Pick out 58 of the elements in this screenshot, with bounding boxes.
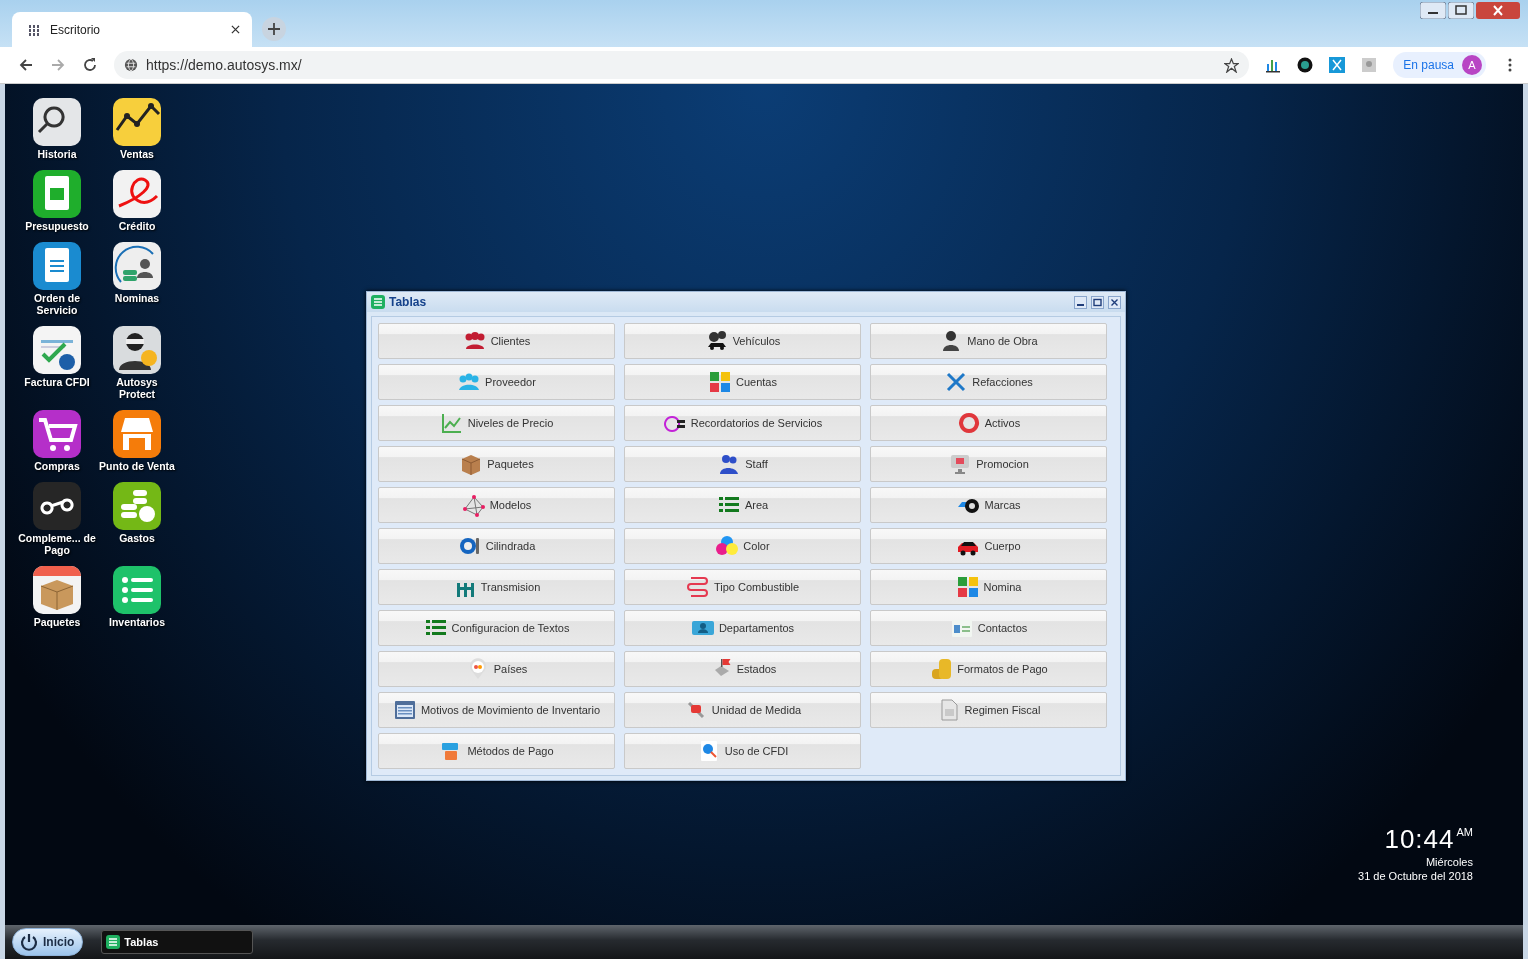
table-button[interactable]: Tipo Combustible [624,569,861,605]
desktop-shortcut[interactable]: Compras [17,410,97,472]
table-button[interactable]: Refacciones [870,364,1107,400]
desktop-shortcut[interactable]: Compleme... de Pago [17,482,97,556]
desktop-shortcut[interactable]: Gastos [97,482,177,556]
table-button[interactable]: Area [624,487,861,523]
desktop-shortcut[interactable]: Paquetes [17,566,97,628]
table-button[interactable]: Formatos de Pago [870,651,1107,687]
table-button[interactable]: Mano de Obra [870,323,1107,359]
table-button[interactable]: Promocion [870,446,1107,482]
table-button[interactable]: Staff [624,446,861,482]
browser-tab[interactable]: Escritorio [12,12,252,47]
desktop-shortcut[interactable]: Punto de Venta [97,410,177,472]
table-button[interactable]: Unidad de Medida [624,692,861,728]
table-button[interactable]: Activos [870,405,1107,441]
clock-time: 10:44 [1384,824,1455,855]
table-button[interactable]: Regimen Fiscal [870,692,1107,728]
desktop-shortcut[interactable]: Presupuesto [17,170,97,232]
table-button[interactable]: Departamentos [624,610,861,646]
table-button[interactable]: Niveles de Precio [378,405,615,441]
clock-meridiem: AM [1456,826,1473,838]
table-button[interactable]: Paquetes [378,446,615,482]
table-button[interactable]: Marcas [870,487,1107,523]
desktop-shortcut[interactable]: Historia [17,98,97,160]
desktop-shortcut[interactable]: Ventas [97,98,177,160]
desktop-shortcut[interactable]: Crédito [97,170,177,232]
table-button[interactable]: Vehículos [624,323,861,359]
start-button[interactable]: Inicio [12,928,84,956]
url-text: https://demo.autosys.mx/ [146,57,303,73]
table-button[interactable]: Color [624,528,861,564]
table-button[interactable]: Cuentas [624,364,861,400]
window-title: Tablas [389,295,427,309]
table-button[interactable]: Motivos de Movimiento de Inventario [378,692,615,728]
table-button[interactable]: Cilindrada [378,528,615,564]
table-button[interactable]: Recordatorios de Servicios [624,405,861,441]
tab-title: Escritorio [50,22,101,37]
desktop-shortcut[interactable]: Nominas [97,242,177,316]
table-button[interactable]: Países [378,651,615,687]
address-bar[interactable]: https://demo.autosys.mx/ [114,51,1250,79]
table-button[interactable]: Transmision [378,569,615,605]
table-button[interactable]: Uso de CFDI [624,733,861,769]
table-button[interactable]: Métodos de Pago [378,733,615,769]
table-button[interactable]: Estados [624,651,861,687]
clock-weekday: Miércoles [1425,855,1473,869]
clock-date: 31 de Octubre del 2018 [1358,869,1473,883]
taskbar-item[interactable]: Tablas [101,930,254,954]
table-button[interactable]: Proveedor [378,364,615,400]
table-button[interactable]: Configuracion de Textos [378,610,615,646]
table-button[interactable]: Cuerpo [870,528,1107,564]
profile-button[interactable]: En pausa A [1393,52,1486,78]
desktop-shortcut[interactable]: Orden de Servicio [17,242,97,316]
table-button[interactable]: Contactos [870,610,1107,646]
desktop-shortcut[interactable]: Factura CFDI [17,326,97,400]
desktop-shortcut[interactable]: Autosys Protect [97,326,177,400]
table-button[interactable]: Modelos [378,487,615,523]
table-button[interactable]: Clientes [378,323,615,359]
table-button[interactable]: Nomina [870,569,1107,605]
desktop-shortcut[interactable]: Inventarios [97,566,177,628]
